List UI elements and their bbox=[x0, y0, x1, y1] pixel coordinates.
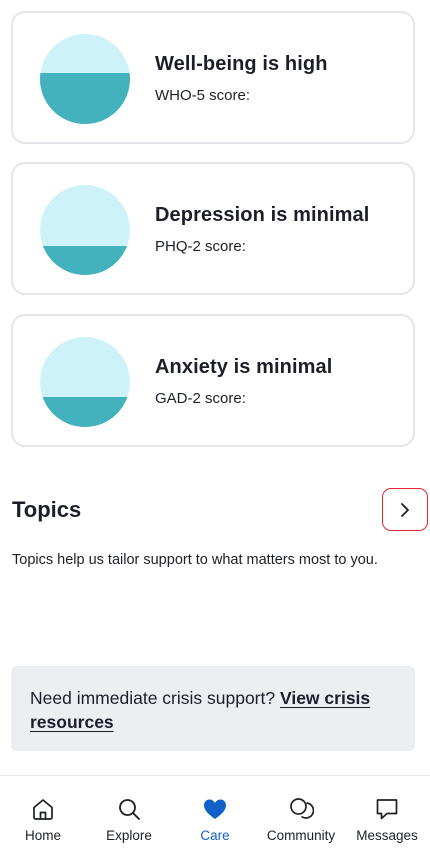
community-icon bbox=[290, 798, 314, 819]
card-title: Depression is minimal bbox=[155, 204, 370, 226]
gauge-fill bbox=[40, 246, 130, 275]
tab-messages[interactable]: Messages bbox=[344, 776, 430, 864]
gauge-fill bbox=[40, 72, 130, 124]
tab-label: Care bbox=[200, 828, 230, 843]
chevron-right-icon bbox=[401, 502, 409, 517]
card-score-label: PHQ-2 score: bbox=[155, 238, 246, 255]
card-score-label: GAD-2 score: bbox=[155, 390, 246, 407]
anxiety-gauge bbox=[40, 337, 130, 427]
crisis-banner: Need immediate crisis support? View cris… bbox=[11, 666, 415, 751]
topics-open-button[interactable] bbox=[382, 488, 428, 531]
heart-icon bbox=[204, 799, 226, 819]
card-title: Well-being is high bbox=[155, 53, 328, 75]
tab-label: Community bbox=[266, 828, 336, 843]
depression-gauge bbox=[40, 185, 130, 275]
anxiety-card[interactable]: Anxiety is minimal GAD-2 score: bbox=[11, 314, 415, 447]
wellbeing-card[interactable]: Well-being is high WHO-5 score: bbox=[11, 11, 415, 144]
gauge-fill bbox=[40, 397, 130, 427]
tab-label: Messages bbox=[356, 828, 418, 843]
tab-label: Home bbox=[24, 828, 61, 843]
crisis-text: Need immediate crisis support? bbox=[30, 688, 276, 708]
card-title: Anxiety is minimal bbox=[155, 356, 333, 378]
depression-card[interactable]: Depression is minimal PHQ-2 score: bbox=[11, 162, 415, 295]
tab-explore[interactable]: Explore bbox=[86, 776, 172, 864]
chat-icon bbox=[376, 799, 398, 820]
card-score-label: WHO-5 score: bbox=[155, 87, 251, 104]
tab-community[interactable]: Community bbox=[258, 776, 344, 864]
tab-label: Explore bbox=[106, 828, 152, 843]
home-icon bbox=[33, 799, 53, 820]
topics-heading: Topics bbox=[12, 497, 82, 522]
tab-home[interactable]: Home bbox=[0, 776, 86, 864]
wellbeing-gauge bbox=[40, 34, 130, 124]
care-screen: Well-being is high WHO-5 score: Depressi… bbox=[0, 0, 430, 864]
topics-description: Topics help us tailor support to what ma… bbox=[12, 552, 378, 568]
bottom-tab-bar: Home Explore Care Community Messages bbox=[0, 776, 430, 864]
search-icon bbox=[119, 799, 140, 820]
tab-care[interactable]: Care bbox=[172, 776, 258, 864]
